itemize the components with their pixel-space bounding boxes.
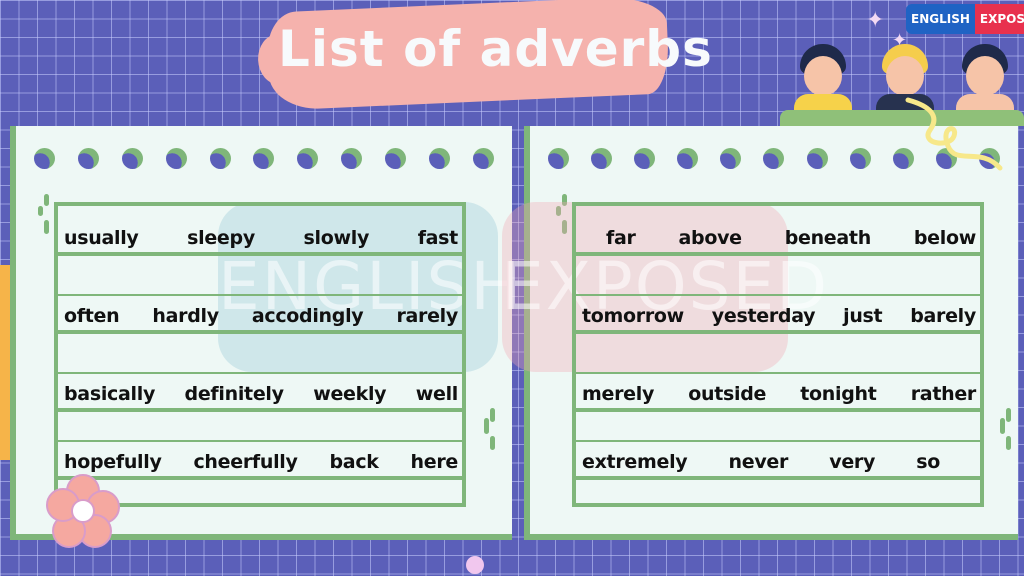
binder-hole xyxy=(34,148,55,169)
adverb-word: tonight xyxy=(800,383,877,405)
adverb-word: usually xyxy=(64,227,139,249)
word-row: usually sleepy slowly fast xyxy=(58,218,462,256)
binder-hole xyxy=(209,148,231,169)
binder-hole xyxy=(591,148,613,169)
adverb-word: cheerfully xyxy=(193,451,298,473)
english-exposed-logo: ENGLISH EXPOSED xyxy=(906,4,1024,34)
binder-hole xyxy=(341,148,363,169)
adverb-word: rather xyxy=(910,383,977,405)
adverb-word: just xyxy=(843,305,883,327)
adverb-word: here xyxy=(410,451,459,473)
dash-decoration xyxy=(484,408,498,454)
squiggle-ribbon xyxy=(905,97,1003,171)
binder-holes xyxy=(34,148,494,170)
binder-hole xyxy=(429,148,451,169)
binder-hole xyxy=(548,148,569,169)
adverb-word: hardly xyxy=(152,305,219,327)
dash-decoration xyxy=(1000,408,1014,454)
dash-decoration xyxy=(38,194,52,240)
adverb-word: definitely xyxy=(184,383,284,405)
adverb-word: barely xyxy=(910,305,976,327)
adverb-word: so xyxy=(916,451,940,473)
adverb-word: tomorrow xyxy=(582,305,684,327)
logo-english: ENGLISH xyxy=(906,4,975,34)
adverb-word: fast xyxy=(417,227,459,249)
adverb-word: extremely xyxy=(582,451,688,473)
word-row: basically definitely weekly well xyxy=(58,374,462,412)
adverb-word: accodingly xyxy=(251,305,364,327)
adverb-word: basically xyxy=(64,383,156,405)
adverb-word: slowly xyxy=(303,227,370,249)
flower-icon xyxy=(46,474,120,548)
logo-exposed: EXPOSED xyxy=(974,4,1024,34)
adverb-word: never xyxy=(728,451,789,473)
binder-hole xyxy=(472,148,494,169)
adverb-word: below xyxy=(913,227,976,249)
binder-hole xyxy=(253,148,275,169)
binder-hole xyxy=(77,148,99,169)
binder-hole xyxy=(385,148,407,169)
adverb-word: often xyxy=(64,305,120,327)
binder-hole xyxy=(763,148,785,169)
left-word-sheet: usually sleepy slowly fast often hardly … xyxy=(54,202,466,507)
adverb-word: outside xyxy=(688,383,767,405)
adverb-word: rarely xyxy=(396,305,458,327)
adverb-word: hopefully xyxy=(64,451,162,473)
adverb-word: weekly xyxy=(313,383,387,405)
adverb-word: yesterday xyxy=(711,305,816,327)
adverb-word: well xyxy=(415,383,459,405)
adverb-word: sleepy xyxy=(187,227,255,249)
binder-hole xyxy=(849,148,871,169)
adverb-word: far xyxy=(606,227,636,249)
adverb-word: very xyxy=(829,451,876,473)
page-title: List of adverbs xyxy=(278,20,713,78)
sparkle-icon: ✦ xyxy=(866,8,885,33)
binder-hole xyxy=(806,148,828,169)
binder-hole xyxy=(297,148,319,169)
word-row: far above beneath below xyxy=(576,218,980,256)
binder-hole xyxy=(165,148,187,169)
binder-hole xyxy=(634,148,656,169)
word-row: often hardly accodingly rarely xyxy=(58,296,462,334)
binder-hole xyxy=(677,148,699,169)
adverb-word: above xyxy=(678,227,743,249)
adverb-word: merely xyxy=(582,383,655,405)
right-word-sheet: far above beneath below tomorrow yesterd… xyxy=(572,202,984,507)
binder-hole xyxy=(121,148,143,169)
adverb-word: beneath xyxy=(784,227,872,249)
word-row: tomorrow yesterday just barely xyxy=(576,296,980,334)
word-row: extremely never very so xyxy=(576,442,980,480)
adverb-word: back xyxy=(329,451,379,473)
word-row: merely outside tonight rather xyxy=(576,374,980,412)
binder-hole xyxy=(720,148,742,169)
bead-decoration xyxy=(466,556,484,574)
